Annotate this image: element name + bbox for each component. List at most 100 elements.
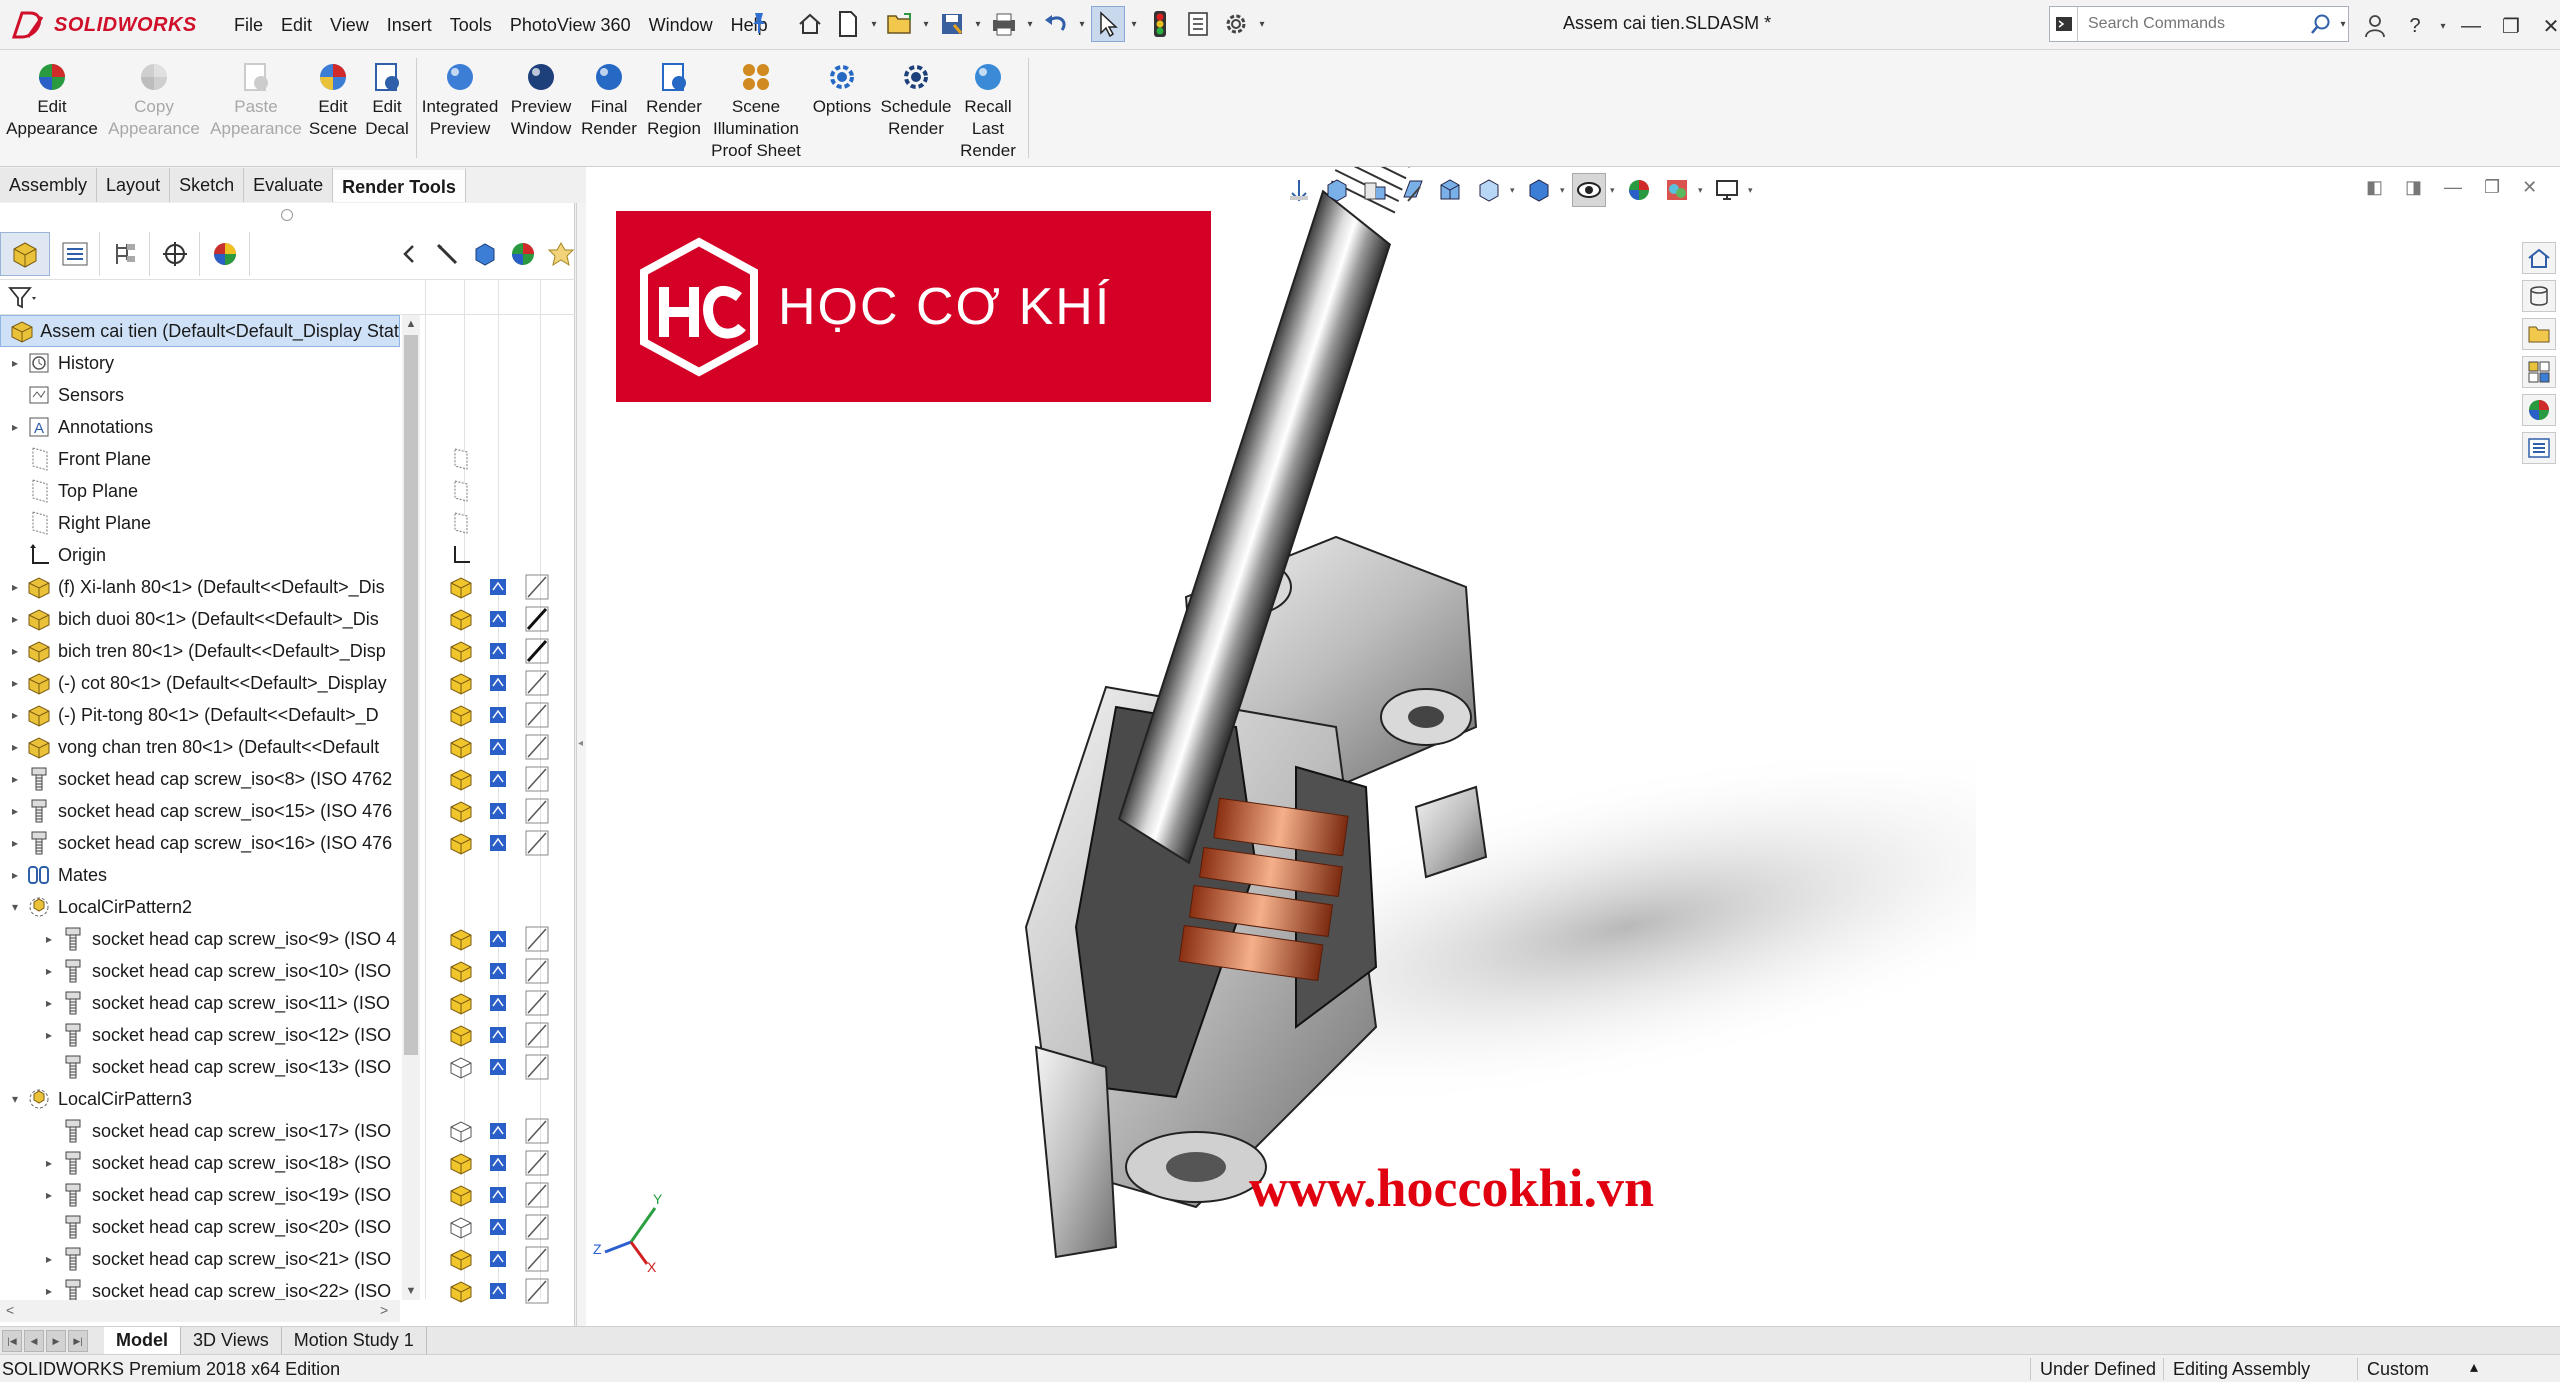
collapse-arrow-icon[interactable]: ▾ (6, 900, 24, 914)
dynamic-annotation-icon[interactable] (1434, 173, 1468, 207)
collapse-arrow-icon[interactable]: ▾ (6, 1092, 24, 1106)
expand-arrow-icon[interactable]: ▸ (40, 932, 58, 946)
cfg-state-icon[interactable] (483, 956, 513, 986)
tree-item[interactable]: socket head cap screw_iso<20> (ISO (0, 1211, 400, 1243)
scene-lights-icon[interactable] (546, 236, 576, 272)
view-orientation-icon[interactable] (1472, 173, 1506, 207)
tree-item[interactable]: ▸ (f) Xi-lanh 80<1> (Default<<Default>_Di… (0, 571, 400, 603)
graphics-area[interactable]: HỌC CƠ KHÍ www.hoccokhi.vn Y Z X ▾ ▾ ▾ ▾… (586, 167, 2560, 1326)
slash-state-icon[interactable] (522, 924, 552, 954)
display-style-dropdown-icon[interactable]: ▾ (1560, 185, 1568, 196)
viewport-restore-icon[interactable]: ❐ (2484, 177, 2500, 198)
origin-state-icon[interactable] (446, 540, 476, 570)
slash-state-icon[interactable] (522, 1052, 552, 1082)
viewport-split-right-icon[interactable]: ◨ (2405, 177, 2422, 198)
tree-item[interactable]: ▸ socket head cap screw_iso<16> (ISO 476 (0, 827, 400, 859)
tree-item[interactable]: Right Plane (0, 507, 400, 539)
edit-appearance-hud-icon[interactable] (1622, 173, 1656, 207)
new-document-icon[interactable] (831, 6, 865, 42)
menu-window[interactable]: Window (640, 12, 722, 38)
plane-state-icon[interactable] (446, 476, 476, 506)
tab-3d-views[interactable]: 3D Views (181, 1327, 282, 1354)
part-state-icon[interactable] (446, 1244, 476, 1274)
panel-splitter[interactable]: ◂ (576, 203, 586, 1326)
tree-item[interactable]: ▸ socket head cap screw_iso<18> (ISO (0, 1147, 400, 1179)
slash-state-icon[interactable] (522, 1276, 552, 1306)
hide-show-dropdown-icon[interactable]: ▾ (1610, 185, 1618, 196)
part-state-icon[interactable] (446, 636, 476, 666)
rebuild-icon[interactable] (1143, 6, 1177, 42)
tree-item[interactable]: Front Plane (0, 443, 400, 475)
user-account-icon[interactable] (2358, 10, 2392, 42)
options-dropdown-icon[interactable]: ▾ (1257, 6, 1267, 42)
menu-tools[interactable]: Tools (441, 12, 501, 38)
slash-state-icon[interactable] (522, 1244, 552, 1274)
slash-state-icon[interactable] (522, 1148, 552, 1178)
expand-arrow-icon[interactable]: ▸ (6, 868, 24, 882)
select-pointer-icon[interactable] (1091, 6, 1125, 42)
part-state-icon[interactable] (446, 572, 476, 602)
cfg-state-icon[interactable] (483, 1180, 513, 1210)
appearance-ball-icon[interactable] (508, 236, 538, 272)
custom-properties-icon[interactable] (2522, 432, 2556, 464)
splitter-grip-icon[interactable]: ◂ (578, 738, 586, 754)
print-icon[interactable] (987, 6, 1021, 42)
view-settings-dropdown-icon[interactable]: ▾ (1748, 185, 1756, 196)
cfg-state-icon[interactable] (483, 700, 513, 730)
tree-item[interactable]: Sensors (0, 379, 400, 411)
file-explorer-icon[interactable] (2522, 318, 2556, 350)
tree-item[interactable]: ▸ (-) cot 80<1> (Default<<Default>_Displa… (0, 667, 400, 699)
scroll-right-arrow-icon[interactable]: > (380, 1302, 388, 1318)
select-dropdown-icon[interactable]: ▾ (1129, 6, 1139, 42)
expand-arrow-icon[interactable]: ▸ (40, 1252, 58, 1266)
viewport-close-icon[interactable]: ✕ (2522, 177, 2537, 198)
chevron-left-icon[interactable] (394, 236, 424, 272)
part-state-icon[interactable] (446, 956, 476, 986)
prev-tab-arrow-icon[interactable]: ◀ (24, 1330, 44, 1352)
menu-edit[interactable]: Edit (272, 12, 321, 38)
configuration-manager-tab-icon[interactable] (100, 232, 150, 276)
cfg-state-icon[interactable] (483, 764, 513, 794)
part-state-icon[interactable] (446, 924, 476, 954)
tree-item[interactable]: socket head cap screw_iso<17> (ISO (0, 1115, 400, 1147)
tree-item[interactable]: ▸ A Annotations (0, 411, 400, 443)
expand-arrow-icon[interactable]: ▸ (40, 996, 58, 1010)
tab-render-tools[interactable]: Render Tools (333, 168, 466, 202)
tree-item[interactable]: ▸ Mates (0, 859, 400, 891)
expand-arrow-icon[interactable]: ▸ (6, 644, 24, 658)
expand-arrow-icon[interactable]: ▸ (6, 772, 24, 786)
slash-state-icon[interactable] (522, 572, 552, 602)
tab-assembly[interactable]: Assembly (0, 168, 98, 202)
tree-root-assembly[interactable]: Assem cai tien (Default<Default_Display … (0, 315, 400, 347)
part-state-icon[interactable] (446, 1180, 476, 1210)
expand-arrow-icon[interactable]: ▸ (6, 804, 24, 818)
slash-state-icon[interactable] (522, 1212, 552, 1242)
cfg-state-icon[interactable] (483, 732, 513, 762)
part-outline-state-icon[interactable] (446, 1052, 476, 1082)
part-state-icon[interactable] (446, 1020, 476, 1050)
cfg-state-icon[interactable] (483, 796, 513, 826)
slash-state-icon[interactable] (522, 796, 552, 826)
tree-item[interactable]: Origin (0, 539, 400, 571)
hide-show-items-icon[interactable] (1572, 173, 1606, 207)
display-manager-tab-icon[interactable] (200, 232, 250, 276)
tree-item[interactable]: ▸ vong chan tren 80<1> (Default<<Default (0, 731, 400, 763)
slash-b-state-icon[interactable] (522, 604, 552, 634)
part-state-icon[interactable] (446, 700, 476, 730)
plane-state-icon[interactable] (446, 444, 476, 474)
cfg-state-icon[interactable] (483, 1020, 513, 1050)
display-style-icon[interactable] (1522, 173, 1556, 207)
slash-state-icon[interactable] (522, 828, 552, 858)
part-state-icon[interactable] (446, 828, 476, 858)
tree-item[interactable]: ▸ socket head cap screw_iso<22> (ISO (0, 1275, 400, 1300)
help-dropdown-icon[interactable]: ▾ (2438, 8, 2448, 44)
part-state-icon[interactable] (446, 732, 476, 762)
new-dropdown-icon[interactable]: ▾ (869, 6, 879, 42)
tree-item[interactable]: Top Plane (0, 475, 400, 507)
dimxpert-manager-tab-icon[interactable] (150, 232, 200, 276)
slash-state-icon[interactable] (522, 764, 552, 794)
slash-state-icon[interactable] (522, 988, 552, 1018)
tree-item[interactable]: ▸ socket head cap screw_iso<21> (ISO (0, 1243, 400, 1275)
search-input[interactable] (2078, 15, 2304, 33)
view-palette-icon[interactable] (2522, 356, 2556, 388)
